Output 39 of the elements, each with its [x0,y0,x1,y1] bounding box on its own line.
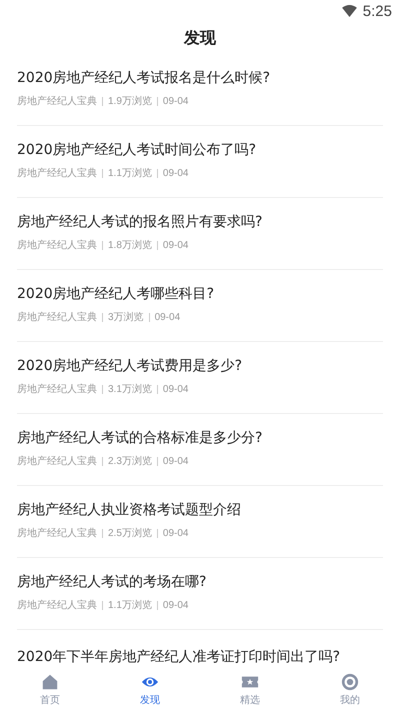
view-count: 2.3万浏览 [108,454,152,468]
view-count: 1.1万浏览 [108,598,152,612]
article-source: 房地产经纪人宝典 [17,238,97,252]
view-count: 1.8万浏览 [108,238,152,252]
article-source: 房地产经纪人宝典 [17,310,97,324]
article-title[interactable]: 房地产经纪人考试的考场在哪? [17,573,383,591]
article-source: 房地产经纪人宝典 [17,598,97,612]
view-count: 3.1万浏览 [108,382,152,396]
article-title[interactable]: 房地产经纪人考试的报名照片有要求吗? [17,213,383,231]
view-count: 3万浏览 [108,310,144,324]
article-title[interactable]: 2020房地产经纪人考试费用是多少? [17,357,383,375]
article-date: 09-04 [162,600,188,610]
article-date: 09-04 [162,528,188,538]
article-source: 房地产经纪人宝典 [17,526,97,540]
view-count: 1.9万浏览 [108,94,152,108]
page-title: 发现 [184,28,216,48]
article-date: 09-04 [162,456,188,466]
article-title[interactable]: 2020房地产经纪人考哪些科目? [17,285,383,303]
article-date: 09-04 [162,240,188,250]
wifi-icon [342,5,357,17]
article-title[interactable]: 房地产经纪人考试的合格标准是多少分? [17,429,383,447]
article-date: 09-04 [162,168,188,178]
target-icon [341,672,359,690]
article-date: 09-04 [162,384,188,394]
article-source: 房地产经纪人宝典 [17,166,97,180]
view-count: 2.5万浏览 [108,526,152,540]
article-date: 09-04 [162,96,188,106]
article-title[interactable]: 2020房地产经纪人考试报名是什么时候? [17,69,383,87]
article-title[interactable]: 2020房地产经纪人考试时间公布了吗? [17,141,383,159]
house-icon [41,672,59,690]
status-time: 5:25 [362,2,392,20]
tab-item[interactable]: 发现 [100,668,200,711]
article-title[interactable]: 房地产经纪人执业资格考试题型介绍 [17,501,383,519]
article-source: 房地产经纪人宝典 [17,382,97,396]
article-date: 09-04 [154,312,180,322]
article-source: 房地产经纪人宝典 [17,94,97,108]
article-source: 房地产经纪人宝典 [17,454,97,468]
view-count: 1.1万浏览 [108,166,152,180]
article-title[interactable]: 2020年下半年房地产经纪人准考证打印时间出了吗? [17,648,383,666]
